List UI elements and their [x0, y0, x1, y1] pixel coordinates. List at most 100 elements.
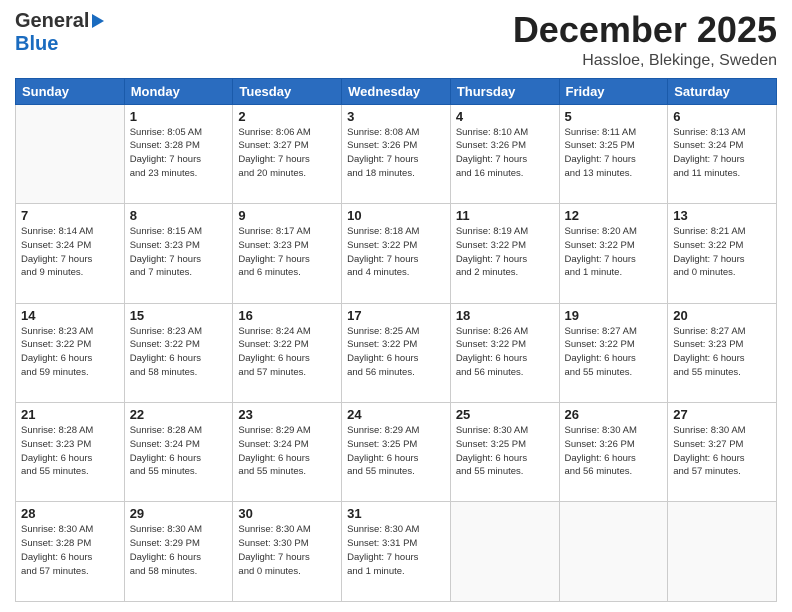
day-number: 15 — [130, 308, 228, 323]
day-number: 14 — [21, 308, 119, 323]
day-info: Sunrise: 8:30 AM Sunset: 3:25 PM Dayligh… — [456, 424, 554, 479]
day-number: 7 — [21, 208, 119, 223]
day-info: Sunrise: 8:18 AM Sunset: 3:22 PM Dayligh… — [347, 225, 445, 280]
day-info: Sunrise: 8:30 AM Sunset: 3:27 PM Dayligh… — [673, 424, 771, 479]
logo-arrow-icon — [92, 14, 104, 28]
day-number: 22 — [130, 407, 228, 422]
day-info: Sunrise: 8:30 AM Sunset: 3:26 PM Dayligh… — [565, 424, 663, 479]
day-number: 20 — [673, 308, 771, 323]
day-info: Sunrise: 8:27 AM Sunset: 3:22 PM Dayligh… — [565, 325, 663, 380]
day-number: 17 — [347, 308, 445, 323]
day-info: Sunrise: 8:15 AM Sunset: 3:23 PM Dayligh… — [130, 225, 228, 280]
day-number: 13 — [673, 208, 771, 223]
logo-general: General — [15, 10, 89, 33]
calendar-cell: 11 Sunrise: 8:19 AM Sunset: 3:22 PM Dayli… — [450, 204, 559, 303]
day-number: 29 — [130, 506, 228, 521]
header-monday: Monday — [124, 78, 233, 104]
day-info: Sunrise: 8:20 AM Sunset: 3:22 PM Dayligh… — [565, 225, 663, 280]
day-number: 27 — [673, 407, 771, 422]
calendar-cell: 12 Sunrise: 8:20 AM Sunset: 3:22 PM Dayli… — [559, 204, 668, 303]
day-info: Sunrise: 8:10 AM Sunset: 3:26 PM Dayligh… — [456, 126, 554, 181]
calendar-cell: 28Sunrise: 8:30 AM Sunset: 3:28 PM Dayli… — [16, 502, 125, 602]
day-info: Sunrise: 8:28 AM Sunset: 3:24 PM Dayligh… — [130, 424, 228, 479]
calendar-cell: 15 Sunrise: 8:23 AM Sunset: 3:22 PM Dayli… — [124, 303, 233, 402]
calendar-cell: 20 Sunrise: 8:27 AM Sunset: 3:23 PM Dayli… — [668, 303, 777, 402]
calendar-cell — [559, 502, 668, 602]
header-sunday: Sunday — [16, 78, 125, 104]
calendar-table: SundayMondayTuesdayWednesdayThursdayFrid… — [15, 78, 777, 602]
day-info: Sunrise: 8:30 AM Sunset: 3:30 PM Dayligh… — [238, 523, 336, 578]
day-info: Sunrise: 8:26 AM Sunset: 3:22 PM Dayligh… — [456, 325, 554, 380]
day-number: 10 — [347, 208, 445, 223]
calendar-cell: 22 Sunrise: 8:28 AM Sunset: 3:24 PM Dayli… — [124, 403, 233, 502]
calendar-cell: 17 Sunrise: 8:25 AM Sunset: 3:22 PM Dayli… — [342, 303, 451, 402]
day-info: Sunrise: 8:21 AM Sunset: 3:22 PM Dayligh… — [673, 225, 771, 280]
day-info: Sunrise: 8:14 AM Sunset: 3:24 PM Dayligh… — [21, 225, 119, 280]
calendar-cell: 3 Sunrise: 8:08 AM Sunset: 3:26 PM Daylig… — [342, 104, 451, 203]
calendar-cell: 24Sunrise: 8:29 AM Sunset: 3:25 PM Dayli… — [342, 403, 451, 502]
header-friday: Friday — [559, 78, 668, 104]
day-info: Sunrise: 8:23 AM Sunset: 3:22 PM Dayligh… — [130, 325, 228, 380]
logo: General Blue — [15, 10, 104, 56]
calendar-cell: 14 Sunrise: 8:23 AM Sunset: 3:22 PM Dayli… — [16, 303, 125, 402]
header-saturday: Saturday — [668, 78, 777, 104]
calendar-cell: 1 Sunrise: 8:05 AM Sunset: 3:28 PM Daylig… — [124, 104, 233, 203]
calendar-cell: 27 Sunrise: 8:30 AM Sunset: 3:27 PM Dayli… — [668, 403, 777, 502]
day-number: 5 — [565, 109, 663, 124]
month-title: December 2025 — [513, 10, 777, 50]
day-number: 30 — [238, 506, 336, 521]
day-number: 11 — [456, 208, 554, 223]
calendar-week-row: 14 Sunrise: 8:23 AM Sunset: 3:22 PM Dayli… — [16, 303, 777, 402]
day-number: 19 — [565, 308, 663, 323]
calendar-cell: 7 Sunrise: 8:14 AM Sunset: 3:24 PM Daylig… — [16, 204, 125, 303]
day-info: Sunrise: 8:11 AM Sunset: 3:25 PM Dayligh… — [565, 126, 663, 181]
calendar-cell — [450, 502, 559, 602]
calendar-cell: 9Sunrise: 8:17 AM Sunset: 3:23 PM Daylig… — [233, 204, 342, 303]
day-number: 3 — [347, 109, 445, 124]
page-header: General Blue December 2025 Hassloe, Blek… — [15, 10, 777, 70]
day-number: 18 — [456, 308, 554, 323]
day-number: 31 — [347, 506, 445, 521]
day-number: 25 — [456, 407, 554, 422]
day-info: Sunrise: 8:29 AM Sunset: 3:24 PM Dayligh… — [238, 424, 336, 479]
day-info: Sunrise: 8:23 AM Sunset: 3:22 PM Dayligh… — [21, 325, 119, 380]
calendar-cell: 30 Sunrise: 8:30 AM Sunset: 3:30 PM Dayli… — [233, 502, 342, 602]
day-info: Sunrise: 8:24 AM Sunset: 3:22 PM Dayligh… — [238, 325, 336, 380]
day-info: Sunrise: 8:19 AM Sunset: 3:22 PM Dayligh… — [456, 225, 554, 280]
calendar-cell — [16, 104, 125, 203]
day-info: Sunrise: 8:17 AM Sunset: 3:23 PM Dayligh… — [238, 225, 336, 280]
calendar-cell: 10 Sunrise: 8:18 AM Sunset: 3:22 PM Dayli… — [342, 204, 451, 303]
day-info: Sunrise: 8:30 AM Sunset: 3:31 PM Dayligh… — [347, 523, 445, 578]
location-title: Hassloe, Blekinge, Sweden — [513, 52, 777, 70]
logo-blue: Blue — [15, 33, 58, 56]
calendar-week-row: 7 Sunrise: 8:14 AM Sunset: 3:24 PM Daylig… — [16, 204, 777, 303]
calendar-header-row: SundayMondayTuesdayWednesdayThursdayFrid… — [16, 78, 777, 104]
day-info: Sunrise: 8:27 AM Sunset: 3:23 PM Dayligh… — [673, 325, 771, 380]
header-tuesday: Tuesday — [233, 78, 342, 104]
day-number: 1 — [130, 109, 228, 124]
day-number: 6 — [673, 109, 771, 124]
calendar-cell: 25 Sunrise: 8:30 AM Sunset: 3:25 PM Dayli… — [450, 403, 559, 502]
calendar-cell: 19 Sunrise: 8:27 AM Sunset: 3:22 PM Dayli… — [559, 303, 668, 402]
day-info: Sunrise: 8:30 AM Sunset: 3:28 PM Dayligh… — [21, 523, 119, 578]
calendar-week-row: 21Sunrise: 8:28 AM Sunset: 3:23 PM Dayli… — [16, 403, 777, 502]
day-number: 26 — [565, 407, 663, 422]
calendar-cell: 16Sunrise: 8:24 AM Sunset: 3:22 PM Dayli… — [233, 303, 342, 402]
title-section: December 2025 Hassloe, Blekinge, Sweden — [513, 10, 777, 70]
day-info: Sunrise: 8:06 AM Sunset: 3:27 PM Dayligh… — [238, 126, 336, 181]
day-info: Sunrise: 8:25 AM Sunset: 3:22 PM Dayligh… — [347, 325, 445, 380]
calendar-cell: 8 Sunrise: 8:15 AM Sunset: 3:23 PM Daylig… — [124, 204, 233, 303]
day-info: Sunrise: 8:05 AM Sunset: 3:28 PM Dayligh… — [130, 126, 228, 181]
day-info: Sunrise: 8:30 AM Sunset: 3:29 PM Dayligh… — [130, 523, 228, 578]
calendar-week-row: 28Sunrise: 8:30 AM Sunset: 3:28 PM Dayli… — [16, 502, 777, 602]
day-number: 8 — [130, 208, 228, 223]
calendar-cell: 6 Sunrise: 8:13 AM Sunset: 3:24 PM Daylig… — [668, 104, 777, 203]
day-number: 2 — [238, 109, 336, 124]
calendar-cell: 29 Sunrise: 8:30 AM Sunset: 3:29 PM Dayli… — [124, 502, 233, 602]
day-info: Sunrise: 8:13 AM Sunset: 3:24 PM Dayligh… — [673, 126, 771, 181]
day-number: 12 — [565, 208, 663, 223]
day-info: Sunrise: 8:08 AM Sunset: 3:26 PM Dayligh… — [347, 126, 445, 181]
calendar-cell: 13 Sunrise: 8:21 AM Sunset: 3:22 PM Dayli… — [668, 204, 777, 303]
calendar-cell: 18 Sunrise: 8:26 AM Sunset: 3:22 PM Dayli… — [450, 303, 559, 402]
calendar-cell: 2 Sunrise: 8:06 AM Sunset: 3:27 PM Daylig… — [233, 104, 342, 203]
